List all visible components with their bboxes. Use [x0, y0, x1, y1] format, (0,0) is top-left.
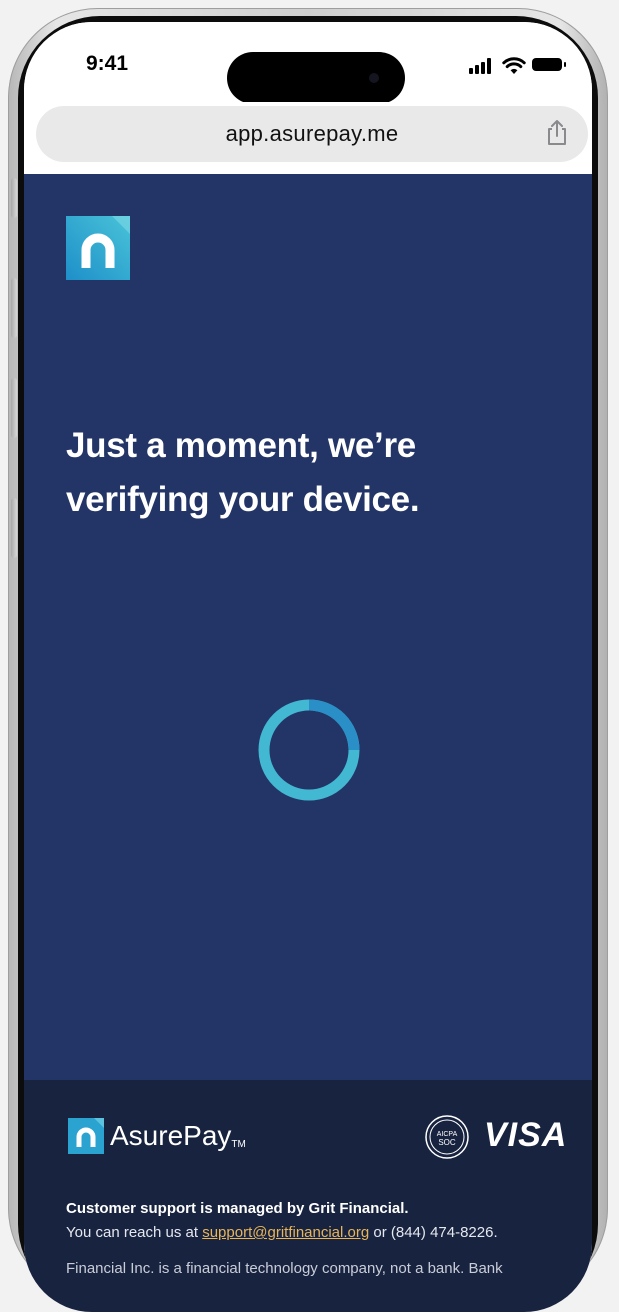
brand-name: AsurePayTM [110, 1120, 246, 1151]
status-time: 9:41 [86, 52, 129, 75]
support-email-link[interactable]: support@gritfinancial.org [202, 1224, 369, 1241]
aicpa-soc-badge-icon: AICPA SOC [425, 1115, 469, 1159]
camera-icon [369, 73, 379, 83]
asurepay-logo-icon [66, 216, 130, 280]
loading-spinner-icon [258, 699, 360, 801]
headline-line-1: Just a moment, we’re [66, 426, 416, 465]
visa-logo: VISA [484, 1116, 568, 1154]
support-prefix: You can reach us at [66, 1224, 199, 1241]
dynamic-island [227, 52, 405, 104]
support-suffix: or (844) 474-8226. [373, 1224, 498, 1241]
silent-switch [11, 178, 17, 218]
asurepay-mark-icon [68, 1118, 104, 1154]
volume-up-button [11, 278, 17, 338]
side-button [11, 498, 17, 558]
share-icon[interactable] [542, 118, 572, 148]
url-text: app.asurepay.me [225, 121, 399, 146]
status-bar: 9:41 [24, 22, 592, 104]
brand-trademark: TM [231, 1139, 246, 1150]
browser-address-bar: app.asurepay.me [24, 102, 592, 174]
support-title: Customer support is managed by Grit Fina… [66, 1200, 409, 1217]
badge-line-1: AICPA [437, 1131, 458, 1138]
volume-down-button [11, 378, 17, 438]
wifi-icon [502, 57, 526, 74]
cellular-signal-icon [469, 58, 495, 74]
main-content: Just a moment, we’re verifying your devi… [24, 174, 592, 1080]
page-headline: Just a moment, we’re verifying your devi… [66, 419, 546, 527]
support-contact: You can reach us at support@gritfinancia… [66, 1224, 498, 1241]
page-footer: AsurePayTM AICPA SOC VISA Customer suppo… [24, 1080, 592, 1312]
headline-line-2: verifying your device. [66, 480, 420, 519]
url-field[interactable]: app.asurepay.me [36, 106, 588, 162]
battery-icon [532, 58, 566, 71]
badge-line-2: SOC [438, 1138, 456, 1147]
phone-screen: 9:41 app.asurepay.me Just a moment, we’r… [24, 22, 592, 1312]
legal-disclaimer: Financial Inc. is a financial technology… [66, 1260, 503, 1277]
